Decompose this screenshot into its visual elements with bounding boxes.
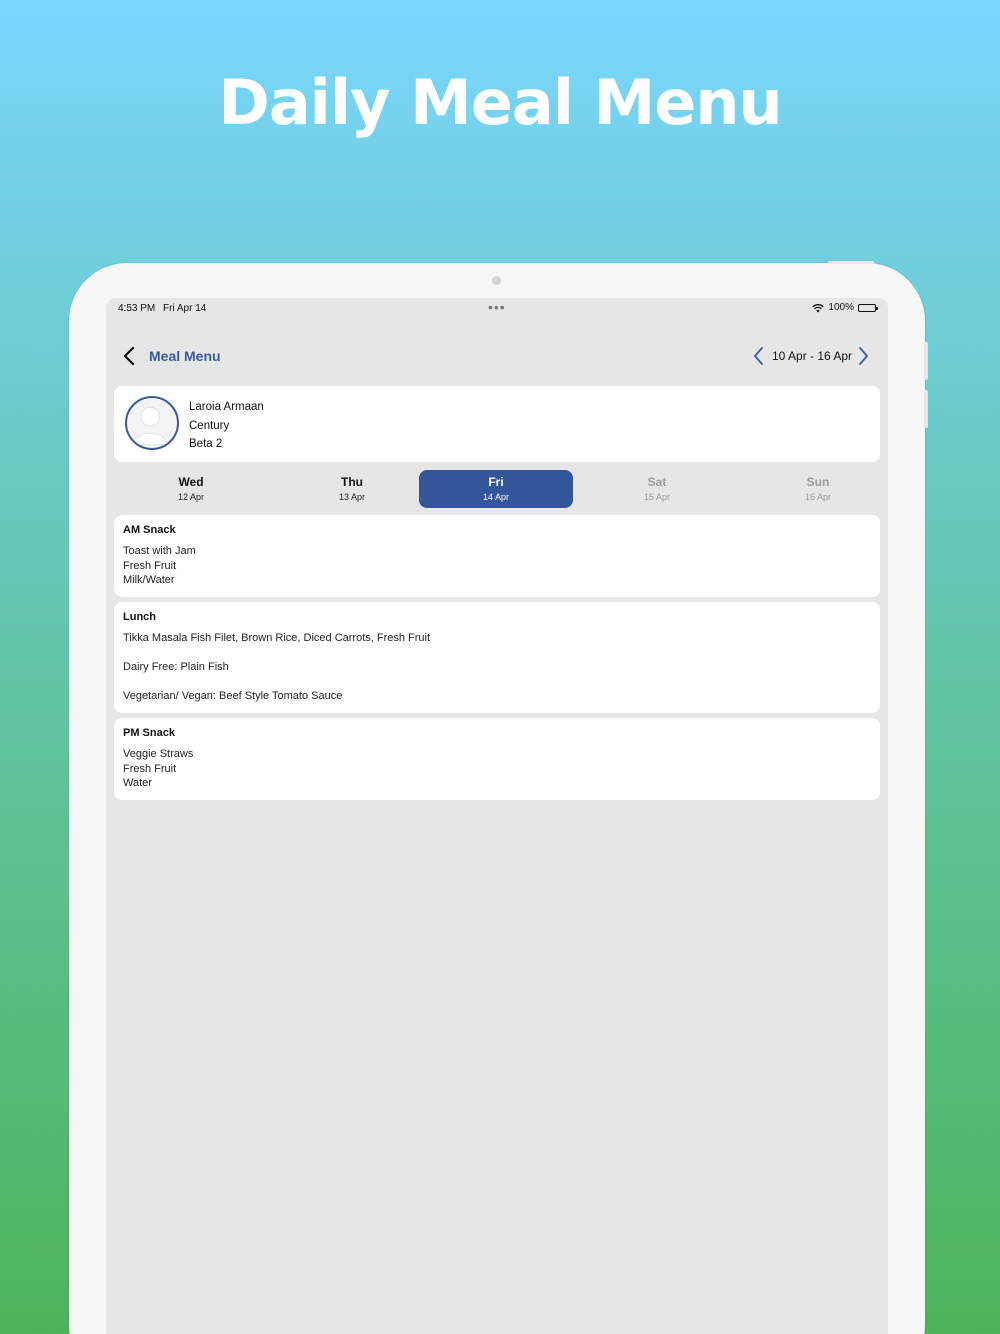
multitasking-dots-icon[interactable]: •••	[488, 299, 506, 315]
previous-week-chevron-icon[interactable]	[752, 346, 766, 366]
day-tab-name: Fri	[488, 475, 504, 489]
volume-down-button	[924, 390, 928, 428]
meal-item: Milk/Water	[123, 574, 175, 586]
meal-item	[123, 646, 871, 661]
meal-card-lunch: Lunch Tikka Masala Fish Filet, Brown Rice…	[114, 602, 880, 713]
day-tab-thu[interactable]: Thu 13 Apr	[275, 470, 429, 508]
meal-card-pm-snack: PM Snack Veggie Straws Fresh Fruit Water	[114, 718, 880, 800]
day-tab-date: 14 Apr	[482, 492, 510, 502]
week-range-label: 10 Apr - 16 Apr	[772, 349, 853, 363]
meal-item	[123, 675, 871, 690]
day-tab-date: 13 Apr	[338, 492, 366, 502]
battery-icon	[858, 303, 878, 312]
meal-item: Dairy Free: Plain Fish	[123, 661, 229, 673]
day-tab-date: 15 Apr	[643, 492, 671, 502]
meal-item: Vegetarian/ Vegan: Beef Style Tomato Sau…	[123, 690, 343, 702]
status-bar: 4:53 PM Fri Apr 14 ••• 100%	[106, 298, 888, 318]
child-class: Beta 2	[189, 438, 223, 450]
next-week-chevron-icon[interactable]	[856, 346, 870, 366]
battery-percent: 100%	[828, 302, 854, 313]
day-tab-fri[interactable]: Fri 14 Apr	[419, 470, 573, 508]
meal-item: Tikka Masala Fish Filet, Brown Rice, Dic…	[123, 632, 431, 644]
meal-item: Veggie Straws	[123, 748, 194, 760]
top-button	[828, 261, 874, 264]
day-tab-sun[interactable]: Sun 16 Apr	[741, 470, 888, 508]
child-name: Laroia Armaan	[189, 401, 264, 413]
day-tab-sat[interactable]: Sat 15 Apr	[580, 470, 734, 508]
day-tab-name: Sat	[647, 475, 667, 489]
status-time: 4:53 PM	[118, 303, 156, 314]
meal-item: Fresh Fruit	[123, 559, 177, 572]
day-tab-date: 16 Apr	[804, 492, 832, 502]
back-chevron-icon[interactable]	[122, 346, 136, 366]
volume-up-button	[924, 342, 928, 380]
day-tab-name: Sun	[806, 475, 830, 489]
child-school: Century	[189, 419, 230, 432]
day-tab-wed[interactable]: Wed 12 Apr	[114, 470, 268, 508]
meal-card-am-snack: AM Snack Toast with Jam Fresh Fruit Milk/Wa…	[114, 515, 880, 597]
page-title: Meal Menu	[149, 348, 221, 364]
wifi-icon	[812, 303, 825, 312]
front-camera	[492, 276, 501, 285]
meal-title: Lunch	[123, 611, 156, 623]
child-profile-card[interactable]: Laroia Armaan Century Beta 2	[114, 386, 880, 462]
day-tab-date: 12 Apr	[177, 492, 205, 502]
meal-title: PM Snack	[123, 727, 175, 739]
day-tab-name: Wed	[178, 475, 204, 489]
day-selector: Wed 12 Apr Thu 13 Apr Fri 14 Apr Sat 15 Apr Sun 1…	[114, 468, 880, 508]
meal-item: Water	[123, 777, 152, 789]
day-tab-name: Thu	[341, 475, 363, 489]
person-avatar-icon	[125, 396, 179, 450]
meal-title: AM Snack	[123, 524, 176, 536]
status-date: Fri Apr 14	[163, 303, 207, 314]
meal-item: Fresh Fruit	[123, 762, 177, 775]
app-screen: 4:53 PM Fri Apr 14 ••• 100% Meal Menu 10…	[106, 298, 888, 1334]
meal-item: Toast with Jam	[123, 545, 196, 557]
nav-bar: Meal Menu 10 Apr - 16 Apr	[106, 336, 888, 376]
promo-title: Daily Meal Menu	[218, 66, 782, 139]
